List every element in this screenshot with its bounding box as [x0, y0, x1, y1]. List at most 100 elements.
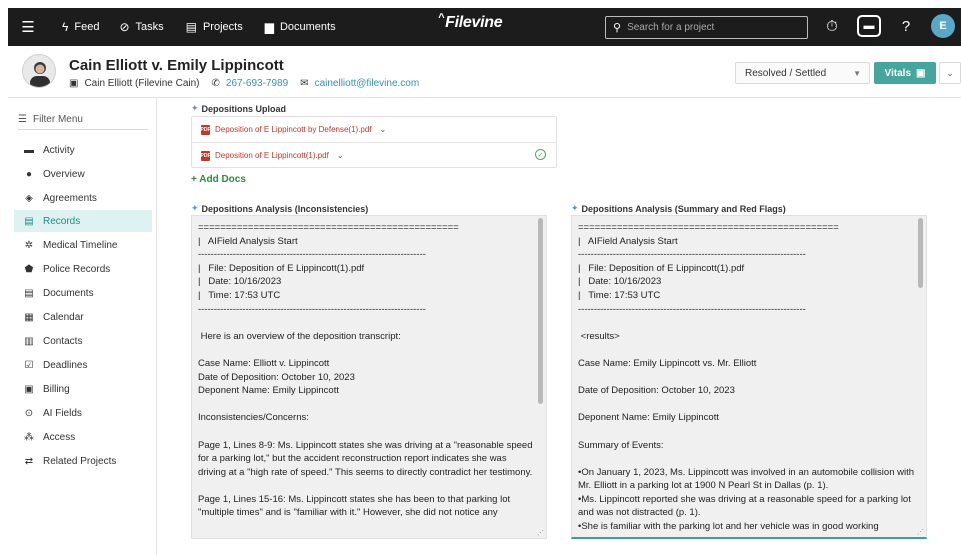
- pdf-icon: PDF: [200, 150, 211, 161]
- sidebar-item-label: Records: [43, 215, 81, 227]
- nav-tasks[interactable]: ⊘ Tasks: [119, 20, 163, 34]
- billing-icon: ▣: [24, 383, 34, 395]
- sidebar-item-label: Contacts: [43, 335, 83, 347]
- sidebar-item-label: Overview: [43, 168, 85, 180]
- vitals-label: Vitals: [884, 67, 912, 79]
- vitals-button[interactable]: Vitals ▣: [874, 62, 936, 84]
- sidebar-item-documents[interactable]: ▤ Documents: [14, 282, 152, 304]
- sidebar-item-police-records[interactable]: ⬟ Police Records: [14, 258, 152, 280]
- doc-row[interactable]: PDF Deposition of E Lippincott by Defens…: [192, 117, 556, 142]
- sidebar-item-agreements[interactable]: ◈ Agreements: [14, 187, 152, 209]
- doc-row[interactable]: PDF Deposition of E Lippincott(1).pdf ⌄ …: [192, 143, 556, 168]
- top-nav: ☰ ϟ Feed ⊘ Tasks ▤ Projects ▆ Documents …: [8, 8, 961, 46]
- client-icon: ▣: [69, 78, 79, 89]
- filter-menu[interactable]: ☰ Filter Menu: [18, 110, 148, 130]
- deadline-icon: ☑: [24, 359, 34, 371]
- brand-name: Filevine: [445, 14, 503, 31]
- main-content: ✦ Depositions Upload PDF Deposition of E…: [157, 98, 961, 555]
- project-subtitle: ▣ Cain Elliott (Filevine Cain) ✆ 267-693…: [69, 78, 419, 89]
- doc-name[interactable]: Deposition of E Lippincott(1).pdf: [215, 151, 329, 160]
- resize-grip-icon[interactable]: ⋰: [537, 529, 544, 537]
- sidebar-item-label: AI Fields: [43, 407, 82, 419]
- depositions-upload-label: ✦ Depositions Upload: [191, 103, 286, 114]
- nav-projects-label: Projects: [202, 21, 243, 33]
- sidebar-item-ai-fields[interactable]: ⊙ AI Fields: [14, 402, 152, 424]
- client-name[interactable]: Cain Elliott (Filevine Cain): [84, 78, 199, 89]
- analysis-summary-textarea[interactable]: ========================================…: [571, 215, 927, 539]
- nav-right-icons: ⏱ ▬ ? E: [821, 14, 955, 38]
- analysis-left-label: ✦ Depositions Analysis (Inconsistencies): [191, 203, 368, 214]
- sidebar-item-access[interactable]: ⁂ Access: [14, 426, 152, 448]
- sidebar-item-medical-timeline[interactable]: ✲ Medical Timeline: [14, 234, 152, 256]
- ai-sparkle-icon: ✦: [191, 203, 199, 213]
- project-search-input[interactable]: ⚲ Search for a project: [605, 16, 808, 39]
- search-placeholder: Search for a project: [627, 22, 715, 33]
- sidebar-item-label: Activity: [43, 144, 75, 156]
- chevron-down-icon[interactable]: ⌄: [380, 125, 387, 134]
- help-icon[interactable]: ?: [895, 18, 917, 35]
- sidebar-item-billing[interactable]: ▣ Billing: [14, 378, 152, 400]
- sidebar-item-contacts[interactable]: ▥ Contacts: [14, 330, 152, 352]
- info-icon: ●: [25, 168, 33, 180]
- sidebar-item-calendar[interactable]: ▦ Calendar: [14, 306, 152, 328]
- sidebar-item-label: Deadlines: [43, 359, 88, 371]
- analysis-right-label: ✦ Depositions Analysis (Summary and Red …: [571, 203, 786, 214]
- vitals-dropdown-button[interactable]: ⌄: [939, 62, 961, 84]
- project-title: Cain Elliott v. Emily Lippincott: [69, 57, 284, 74]
- nav-feed[interactable]: ϟ Feed: [62, 20, 99, 34]
- analysis-inconsistencies-textarea[interactable]: ========================================…: [191, 215, 547, 539]
- search-icon: ⚲: [613, 22, 622, 34]
- nav-feed-label: Feed: [74, 21, 100, 33]
- activity-icon: ▬: [24, 144, 34, 156]
- analysis-left-text: ========================================…: [198, 222, 533, 519]
- doc-name[interactable]: Deposition of E Lippincott by Defense(1)…: [215, 125, 372, 134]
- medical-icon: ✲: [24, 239, 34, 251]
- nav-documents[interactable]: ▆ Documents: [265, 20, 336, 34]
- client-avatar: [22, 54, 56, 88]
- chat-icon[interactable]: ▬: [857, 15, 881, 37]
- ai-sparkle-icon: ✦: [191, 103, 199, 113]
- client-email[interactable]: cainelliott@filevine.com: [315, 78, 420, 89]
- sidebar-item-label: Documents: [43, 287, 94, 299]
- user-avatar[interactable]: E: [931, 14, 955, 38]
- vitals-icon: ▣: [916, 67, 926, 79]
- projects-icon: ▤: [185, 20, 197, 34]
- sidebar-item-label: Police Records: [43, 263, 111, 275]
- timer-icon[interactable]: ⏱: [821, 18, 843, 35]
- client-phone[interactable]: 267-693-7989: [226, 78, 288, 89]
- sidebar-item-related-projects[interactable]: ⇄ Related Projects: [14, 450, 152, 472]
- scrollbar[interactable]: [538, 218, 543, 404]
- depositions-upload-title: Depositions Upload: [201, 103, 287, 114]
- phase-select[interactable]: Resolved / Settled ▼: [735, 62, 870, 84]
- check-icon: ✓: [535, 149, 546, 160]
- filter-icon: ☰: [18, 114, 27, 125]
- sidebar-item-records[interactable]: ▤ Records: [14, 210, 152, 232]
- add-docs-button[interactable]: + Add Docs: [191, 174, 246, 185]
- ai-icon: ⊙: [24, 407, 34, 419]
- contacts-icon: ▥: [24, 335, 34, 347]
- folder-icon: ▤: [24, 287, 34, 299]
- sidebar: ☰ Filter Menu ▬ Activity ● Overview ◈ Agree…: [8, 98, 156, 555]
- check-circle-icon: ⊘: [119, 20, 130, 34]
- handshake-icon: ◈: [25, 192, 33, 204]
- sidebar-item-label: Access: [43, 431, 76, 443]
- project-header: Cain Elliott v. Emily Lippincott ▣ Cain …: [8, 46, 961, 98]
- sidebar-item-activity[interactable]: ▬ Activity: [14, 139, 152, 161]
- nav-documents-label: Documents: [279, 21, 336, 33]
- resize-grip-icon[interactable]: ⋰: [917, 528, 924, 536]
- chevron-down-icon[interactable]: ⌄: [337, 151, 344, 160]
- pdf-icon: PDF: [200, 124, 211, 135]
- nav-projects[interactable]: ▤ Projects: [186, 20, 243, 34]
- nav-tasks-label: Tasks: [135, 21, 164, 33]
- sidebar-item-label: Billing: [43, 383, 70, 395]
- access-icon: ⁂: [24, 431, 34, 443]
- menu-icon[interactable]: ☰: [8, 18, 48, 36]
- depositions-upload-list: PDF Deposition of E Lippincott by Defens…: [191, 116, 557, 168]
- analysis-right-title: Depositions Analysis (Summary and Red Fl…: [581, 203, 786, 214]
- related-icon: ⇄: [24, 455, 34, 467]
- scrollbar[interactable]: [918, 218, 923, 288]
- sidebar-item-overview[interactable]: ● Overview: [14, 163, 152, 185]
- document-icon: ▆: [264, 20, 274, 34]
- filevine-logo[interactable]: ^Filevine: [438, 12, 503, 32]
- sidebar-item-deadlines[interactable]: ☑ Deadlines: [14, 354, 152, 376]
